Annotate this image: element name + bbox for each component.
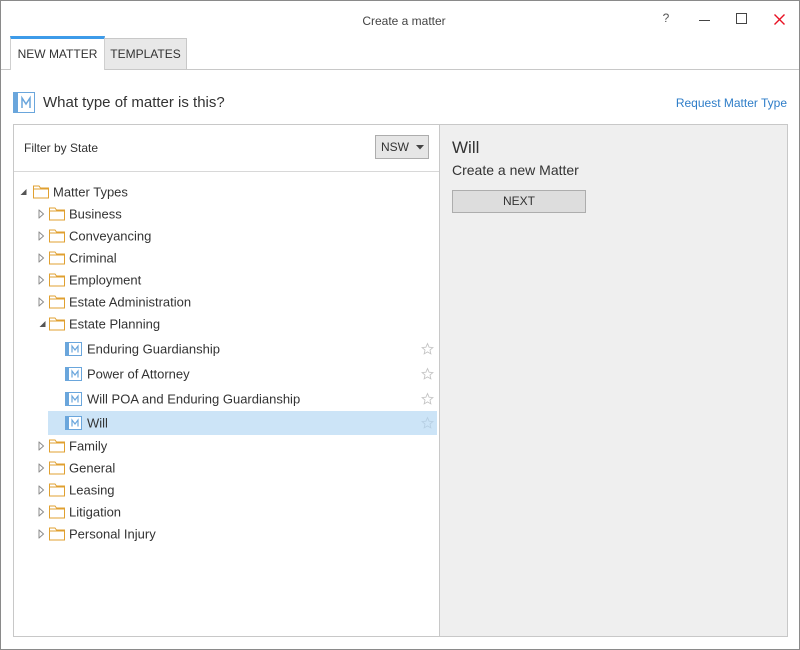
request-matter-type-link[interactable]: Request Matter Type (676, 95, 787, 111)
tree-item-litigation[interactable]: Litigation (14, 501, 439, 523)
minimize-icon (699, 20, 710, 21)
next-button[interactable]: NEXT (452, 190, 586, 213)
tree-item-estate-administration[interactable]: Estate Administration (14, 291, 439, 313)
tree-item-will-poa-enduring-guardianship[interactable]: Will POA and Enduring Guardianship (14, 386, 439, 411)
state-filter-value: NSW (381, 140, 409, 154)
tree-root-matter-types[interactable]: Matter Types (14, 181, 439, 203)
matter-icon (65, 341, 82, 356)
folder-icon (49, 251, 65, 265)
tree-item-leasing[interactable]: Leasing (14, 479, 439, 501)
folder-icon (49, 229, 65, 243)
page-question: What type of matter is this? (43, 94, 225, 111)
dropdown-arrow-icon (416, 145, 424, 150)
tree-item-label: Conveyancing (69, 228, 152, 244)
expand-arrow-icon[interactable] (38, 275, 45, 285)
tree-item-label: Leasing (69, 482, 115, 498)
tree-item-label: General (69, 460, 116, 476)
expand-arrow-icon[interactable] (38, 297, 45, 307)
expand-arrow-icon[interactable] (38, 441, 45, 451)
matter-icon (13, 92, 35, 113)
tree-item-label: Family (69, 438, 108, 454)
tree-item-estate-planning[interactable]: Estate Planning (14, 313, 439, 335)
collapse-arrow-icon[interactable] (39, 321, 46, 328)
tab-templates[interactable]: TEMPLATES (104, 38, 187, 69)
tree-item-label: Will (87, 415, 108, 431)
tree-item-label: Estate Administration (69, 294, 192, 310)
expand-arrow-icon[interactable] (38, 485, 45, 495)
filter-label: Filter by State (24, 141, 99, 155)
tree-item-business[interactable]: Business (14, 203, 439, 225)
window-title: Create a matter (362, 14, 446, 28)
matter-tree-pane: Filter by State NSW Matter Types Busines… (14, 125, 440, 636)
matter-icon (65, 391, 82, 406)
matter-picker-panel: Filter by State NSW Matter Types Busines… (13, 124, 788, 637)
tree-item-label: Will POA and Enduring Guardianship (87, 391, 301, 406)
tree-item-label: Litigation (69, 504, 122, 520)
selected-matter-subtitle: Create a new Matter (452, 162, 579, 178)
tree-item-power-of-attorney[interactable]: Power of Attorney (14, 361, 439, 386)
tree-item-personal-injury[interactable]: Personal Injury (14, 523, 439, 545)
favorite-star-icon[interactable] (421, 342, 434, 355)
expand-arrow-icon[interactable] (38, 231, 45, 241)
close-icon (774, 14, 785, 25)
tab-strip-divider (0, 69, 800, 70)
tree-item-label: Matter Types (53, 184, 128, 200)
matter-icon (65, 366, 82, 381)
folder-icon (49, 461, 65, 475)
tree-item-will[interactable]: Will (14, 411, 439, 435)
tree-item-label: Estate Planning (69, 316, 161, 332)
favorite-star-icon[interactable] (421, 367, 434, 380)
tab-new-matter[interactable]: NEW MATTER (10, 36, 105, 70)
folder-icon (49, 439, 65, 453)
state-filter-dropdown[interactable]: NSW (375, 135, 429, 159)
favorite-star-icon[interactable] (421, 416, 434, 430)
minimize-button[interactable] (691, 8, 717, 30)
expand-arrow-icon[interactable] (38, 209, 45, 219)
favorite-star-icon[interactable] (421, 392, 434, 405)
tree-item-label: Power of Attorney (87, 366, 190, 381)
tree-item-label: Personal Injury (69, 526, 156, 542)
expand-arrow-icon[interactable] (38, 463, 45, 473)
tree-item-general[interactable]: General (14, 457, 439, 479)
tree-item-employment[interactable]: Employment (14, 269, 439, 291)
folder-icon (49, 273, 65, 287)
close-button[interactable] (766, 8, 792, 30)
help-button[interactable]: ? (659, 10, 673, 26)
maximize-icon (736, 13, 747, 24)
tree-item-conveyancing[interactable]: Conveyancing (14, 225, 439, 247)
tree-item-family[interactable]: Family (14, 435, 439, 457)
collapse-arrow-icon[interactable] (20, 189, 27, 196)
folder-icon (49, 505, 65, 519)
expand-arrow-icon[interactable] (38, 529, 45, 539)
tree-item-label: Employment (69, 272, 142, 288)
folder-icon (49, 483, 65, 497)
tree-item-criminal[interactable]: Criminal (14, 247, 439, 269)
selected-matter-title: Will (452, 138, 480, 157)
matter-icon (65, 416, 82, 430)
filter-divider (14, 171, 439, 172)
folder-icon (49, 295, 65, 309)
expand-arrow-icon[interactable] (38, 253, 45, 263)
tree-item-label: Criminal (69, 250, 117, 266)
folder-icon (49, 207, 65, 221)
tree-item-enduring-guardianship[interactable]: Enduring Guardianship (14, 336, 439, 361)
folder-icon (49, 317, 65, 331)
matter-detail-pane: Will Create a new Matter NEXT (440, 125, 787, 636)
tree-item-label: Enduring Guardianship (87, 341, 220, 356)
tree-item-label: Business (69, 206, 122, 222)
expand-arrow-icon[interactable] (38, 507, 45, 517)
maximize-button[interactable] (728, 8, 754, 30)
folder-icon (33, 185, 49, 199)
folder-icon (49, 527, 65, 541)
